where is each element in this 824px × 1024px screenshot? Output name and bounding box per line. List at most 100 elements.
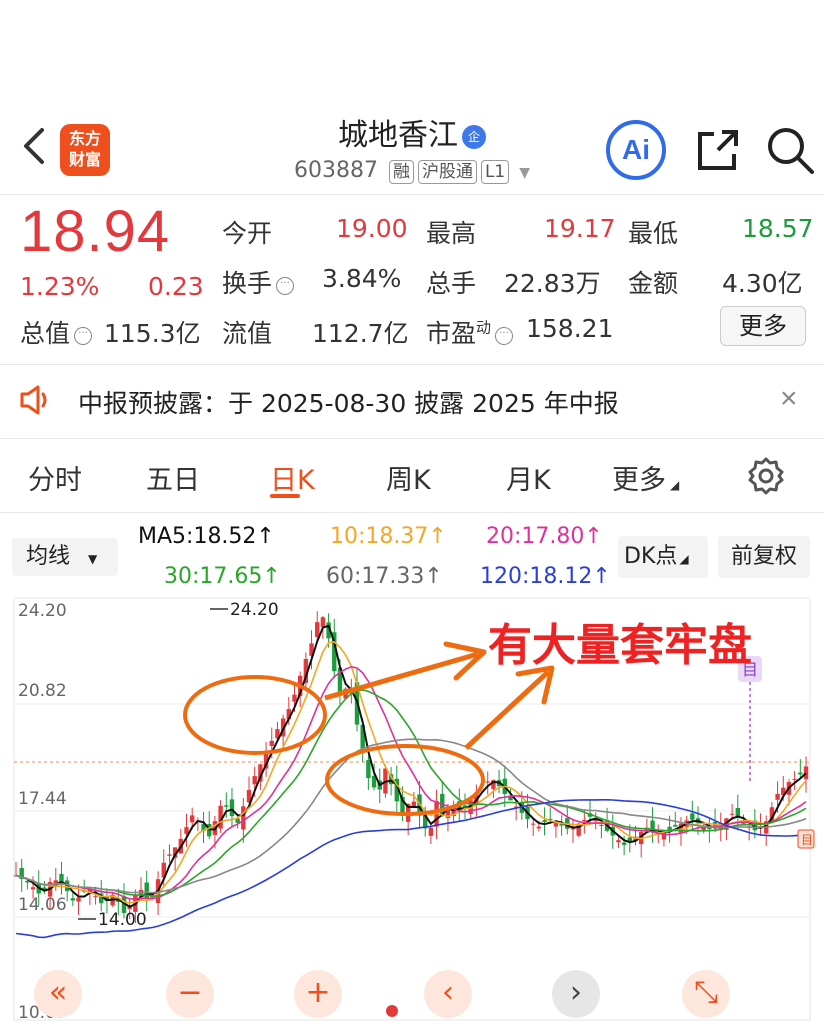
close-icon[interactable]: × — [780, 382, 798, 416]
notice-text: 中报预披露：于 2025-08-30 披露 2025 年中报 — [78, 389, 619, 418]
ma30-line — [15, 689, 807, 897]
high-label: 最高 — [426, 219, 477, 248]
low-label: 14.00 — [98, 910, 147, 930]
divider — [0, 512, 824, 513]
tab-monthly-k[interactable]: 月K — [506, 458, 551, 497]
candle-body — [536, 826, 542, 829]
candle-body — [252, 776, 257, 785]
indicator-selector-label: 均线 — [26, 544, 71, 569]
chevron-down-icon[interactable]: ▼ — [519, 165, 530, 181]
more-button[interactable]: 更多 — [720, 306, 806, 346]
stock-name-text: 城地香江 — [338, 118, 458, 153]
candle-body — [93, 896, 98, 898]
market-cap-label[interactable]: 总值 ··· — [20, 314, 93, 350]
y-tick-1: 20.82 — [18, 681, 67, 701]
fullscreen-button[interactable]: ⤡ — [682, 970, 730, 1018]
indicator-selector[interactable]: 均线 ▼ — [12, 538, 118, 576]
candle-body — [241, 806, 246, 830]
low-marker: 14.00 — [78, 910, 147, 930]
gear-icon[interactable] — [746, 456, 786, 496]
adjust-selector[interactable]: 前复权 — [718, 536, 810, 578]
candle-body — [70, 898, 76, 901]
search-icon[interactable] — [764, 124, 816, 176]
open-value: 19.00 — [336, 214, 408, 243]
low-value: 18.57 — [742, 214, 814, 243]
ma-legend: 均线 ▼ MA5:18.52↑ 10:18.37↑ 20:17.80↑ 30:17… — [0, 514, 824, 594]
arrow-annotation-2 — [464, 670, 550, 750]
float-cap-label: 流值 — [222, 319, 273, 348]
zoom-in-button[interactable]: + — [294, 970, 342, 1018]
notice-bar[interactable]: 中报预披露：于 2025-08-30 披露 2025 年中报 × — [0, 366, 824, 436]
candle-body — [30, 887, 36, 890]
tab-five-day[interactable]: 五日 — [146, 458, 200, 497]
rewind-button[interactable]: « — [34, 970, 82, 1018]
zoom-out-button[interactable]: − — [166, 970, 214, 1018]
pe-sup: 动 — [476, 318, 492, 337]
ma5-label: MA5:18.52↑ — [138, 524, 275, 549]
stock-code: 603887 — [293, 158, 378, 183]
y-tick-3: 14.06 — [18, 895, 67, 915]
ma10-line — [15, 641, 807, 904]
candle-body — [690, 813, 695, 820]
candle-body — [315, 622, 320, 638]
annotation-text: 有大量套牢盘 — [488, 620, 752, 671]
corner-arrow-icon: ◢ — [670, 478, 680, 492]
market-cap-label-text: 总值 — [20, 319, 71, 348]
info-dots-icon[interactable]: ··· — [74, 327, 93, 345]
event-marker[interactable]: 目 — [738, 656, 762, 784]
candle-body — [792, 778, 797, 780]
market-cap-value: 115.3亿 — [104, 319, 201, 348]
annotation-overlay: 有大量套牢盘 — [183, 620, 752, 816]
volume-label: 总手 — [426, 269, 477, 298]
candle-body — [530, 823, 536, 825]
tag-level: L1 — [480, 160, 510, 184]
high-label: 24.20 — [230, 600, 279, 620]
candle-body — [667, 826, 672, 830]
float-cap-value: 112.7亿 — [312, 319, 409, 348]
candle-body — [621, 842, 627, 845]
turnover-label-text: 换手 — [222, 269, 273, 298]
chevron-down-icon: ▼ — [88, 552, 98, 566]
amount-value: 4.30亿 — [722, 269, 803, 298]
candle-body — [189, 815, 195, 823]
page-indicator-dot — [386, 1005, 398, 1017]
candle-body — [542, 820, 547, 822]
volume-value: 22.83万 — [504, 269, 601, 298]
turnover-label[interactable]: 换手 ··· — [222, 264, 295, 300]
right-marker: 目 — [797, 829, 815, 849]
candle-body — [76, 897, 81, 902]
active-tab-indicator — [270, 494, 300, 498]
tab-daily-k[interactable]: 日K — [270, 458, 315, 497]
prev-button[interactable]: ‹ — [424, 970, 472, 1018]
candle-body — [485, 781, 490, 783]
pe-value: 158.21 — [526, 314, 614, 343]
candle-body — [599, 824, 604, 826]
ai-button[interactable]: Ai — [606, 120, 666, 180]
info-dots-icon[interactable]: ··· — [495, 327, 514, 345]
tab-weekly-k[interactable]: 周K — [386, 458, 431, 497]
ma30-label: 30:17.65↑ — [164, 564, 281, 589]
share-icon[interactable] — [692, 124, 744, 176]
divider — [0, 364, 824, 365]
svg-text:目: 目 — [801, 833, 813, 847]
speaker-icon — [20, 385, 47, 415]
candle-body — [729, 813, 735, 815]
dk-point-selector[interactable]: DK点 ◢ — [618, 536, 708, 578]
turnover-value: 3.84% — [322, 264, 402, 293]
y-tick-0: 24.20 — [18, 601, 67, 621]
kline-chart[interactable]: 24.20 20.82 17.44 14.06 10.67 24.20 14.0… — [0, 594, 824, 1024]
change-amount: 0.23 — [148, 272, 204, 301]
last-price: 18.94 — [20, 199, 171, 264]
next-button[interactable]: › — [552, 970, 600, 1018]
quote-panel: 18.94 1.23% 0.23 今开 19.00 最高 19.17 最低 18… — [0, 196, 824, 366]
high-marker: 24.20 — [210, 600, 279, 620]
change-percent: 1.23% — [20, 272, 100, 301]
high-value: 19.17 — [544, 214, 616, 243]
pe-label[interactable]: 市盈动 ··· — [426, 314, 514, 350]
ma120-label: 120:18.12↑ — [480, 564, 611, 589]
tab-more[interactable]: 更多 ◢ — [612, 458, 679, 497]
candle-body — [366, 760, 371, 779]
ma10-label: 10:18.37↑ — [330, 524, 447, 549]
info-dots-icon[interactable]: ··· — [276, 277, 295, 295]
tab-intraday[interactable]: 分时 — [28, 458, 82, 497]
